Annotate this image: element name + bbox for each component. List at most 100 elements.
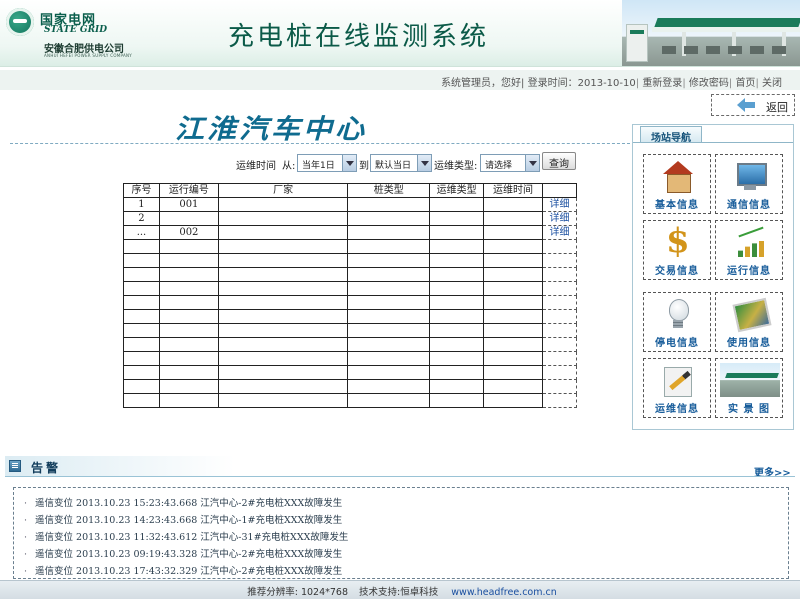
system-title: 充电桩在线监测系统 — [228, 22, 490, 52]
from-date-select[interactable]: 当年1日 — [297, 154, 357, 172]
table-row — [123, 239, 577, 254]
table-row — [123, 295, 577, 310]
manufacturer-cell — [217, 351, 349, 366]
detail-link[interactable]: 详细 — [542, 197, 577, 212]
manufacturer-cell — [217, 295, 349, 310]
alarm-item[interactable]: 遥信变位 2013.10.23 17:43:32.329 江汽中心-2#充电桩X… — [24, 563, 342, 577]
nav-usage-info[interactable]: 使用信息 — [715, 292, 783, 352]
table-header-row: 序号 运行编号 厂家 桩类型 运维类型 运维时间 — [123, 183, 577, 198]
chevron-down-icon — [417, 155, 431, 171]
nav-transaction-info[interactable]: 交易信息 — [643, 220, 711, 280]
maint-time-cell — [483, 393, 544, 408]
maint-time-cell — [483, 239, 544, 254]
run-number-cell — [158, 239, 219, 254]
nav-communication-info[interactable]: 通信信息 — [715, 154, 783, 214]
maint-time-cell — [483, 379, 544, 394]
vendor-link[interactable]: www.headfree.com.cn — [451, 587, 556, 598]
state-grid-logo: 国家电网 STATE GRID 安徽合肥供电公司 ANHUI HEFEI POW… — [6, 6, 156, 58]
manufacturer-cell — [217, 267, 349, 282]
monitor-icon — [732, 161, 768, 193]
table-row — [123, 351, 577, 366]
to-date-value: 默认当日 — [375, 161, 412, 171]
filter-bar: 运维时间 从: 当年1日 到 默认当日 运维类型: 请选择 — [236, 154, 576, 172]
maint-type-cell — [429, 253, 485, 268]
run-number-cell — [158, 351, 219, 366]
alarm-list-icon — [9, 460, 21, 472]
maint-time-cell — [483, 267, 544, 282]
detail-link — [542, 379, 577, 394]
change-password-link[interactable]: 修改密码 — [689, 78, 729, 89]
table-row — [123, 337, 577, 352]
alarm-item[interactable]: 遥信变位 2013.10.23 15:23:43.668 江汽中心-2#充电桩X… — [24, 495, 342, 509]
support-text: 技术支持:恒卓科技 — [359, 587, 439, 598]
nav-basic-info[interactable]: 基本信息 — [643, 154, 711, 214]
query-button[interactable]: 查询 — [542, 152, 576, 170]
index-cell — [123, 295, 160, 310]
pile-type-cell — [347, 337, 431, 352]
maint-time-cell — [483, 365, 544, 380]
back-label: 返回 — [766, 101, 788, 114]
user-bar: 系统管理员，您好| 登录时间：2013-10-10| 重新登录| 修改密码| 首… — [0, 70, 800, 90]
pile-type-cell — [347, 211, 431, 226]
alarm-item[interactable]: 遥信变位 2013.10.23 09:19:43.328 江汽中心-2#充电桩X… — [24, 546, 342, 560]
pile-type-cell — [347, 197, 431, 212]
from-label: 从: — [282, 161, 296, 172]
table-row: 2 详细 — [123, 211, 577, 226]
welcome-text: 系统管理员，您好| — [441, 78, 525, 89]
maint-type-cell — [429, 295, 485, 310]
manufacturer-cell — [217, 379, 349, 394]
tile-label: 通信信息 — [727, 200, 771, 211]
maintenance-type-select[interactable]: 请选择 — [480, 154, 540, 172]
manufacturer-cell — [217, 211, 349, 226]
pile-type-cell — [347, 365, 431, 380]
close-link[interactable]: 关闭 — [762, 78, 782, 89]
alarm-item[interactable]: 遥信变位 2013.10.23 11:32:43.612 江汽中心-31#充电桩… — [24, 529, 348, 543]
logo-en-text: STATE GRID — [44, 25, 108, 35]
index-cell — [123, 267, 160, 282]
manufacturer-cell — [217, 225, 349, 240]
nav-outage-info[interactable]: 停电信息 — [643, 292, 711, 352]
pile-type-cell — [347, 309, 431, 324]
detail-link — [542, 281, 577, 296]
maint-type-cell — [429, 309, 485, 324]
index-cell — [123, 365, 160, 380]
nav-operation-info[interactable]: 运行信息 — [715, 220, 783, 280]
station-nav-tab[interactable]: 场站导航 — [640, 126, 702, 144]
maint-type-cell — [429, 281, 485, 296]
maint-type-cell — [429, 379, 485, 394]
screen-icon — [732, 299, 768, 331]
chevron-down-icon — [342, 155, 356, 171]
home-link[interactable]: 首页 — [735, 78, 755, 89]
nav-site-photo[interactable]: 实 景 图 — [715, 358, 783, 418]
run-number-cell — [158, 379, 219, 394]
tile-label: 实 景 图 — [728, 404, 770, 415]
alarm-item[interactable]: 遥信变位 2013.10.23 14:23:43.668 江汽中心-1#充电桩X… — [24, 512, 342, 526]
index-cell — [123, 393, 160, 408]
run-number-cell — [158, 211, 219, 226]
manufacturer-cell — [217, 337, 349, 352]
table-row: ... 002 详细 — [123, 225, 577, 240]
to-date-select[interactable]: 默认当日 — [370, 154, 432, 172]
relogin-link[interactable]: 重新登录 — [642, 78, 682, 89]
index-cell — [123, 351, 160, 366]
run-number-cell — [158, 267, 219, 282]
page: 国家电网 STATE GRID 安徽合肥供电公司 ANHUI HEFEI POW… — [0, 0, 800, 599]
nav-maintenance-info[interactable]: 运维信息 — [643, 358, 711, 418]
tile-label: 使用信息 — [727, 338, 771, 349]
detail-link[interactable]: 详细 — [542, 225, 577, 240]
to-label: 到 — [359, 161, 369, 172]
pile-type-cell — [347, 323, 431, 338]
tile-label: 运维信息 — [655, 404, 699, 415]
maint-time-cell — [483, 323, 544, 338]
charging-station-photo — [622, 0, 800, 66]
back-button[interactable]: 返回 — [711, 94, 795, 116]
maint-time-cell — [483, 197, 544, 212]
tile-label: 停电信息 — [655, 338, 699, 349]
detail-link[interactable]: 详细 — [542, 211, 577, 226]
maint-type-cell — [429, 197, 485, 212]
index-cell — [123, 239, 160, 254]
divider — [10, 143, 630, 144]
maint-time-cell — [483, 225, 544, 240]
index-cell — [123, 379, 160, 394]
maint-time-cell — [483, 253, 544, 268]
